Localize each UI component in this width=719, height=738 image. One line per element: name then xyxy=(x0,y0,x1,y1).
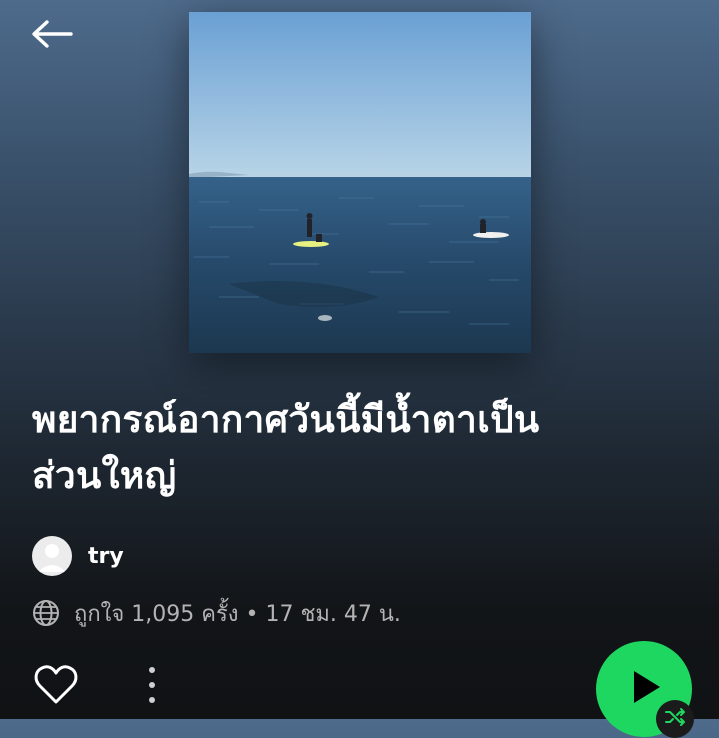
more-options-button[interactable] xyxy=(136,662,168,708)
arrow-left-icon xyxy=(29,19,73,53)
globe-icon xyxy=(32,599,60,627)
shuffle-icon xyxy=(664,706,686,732)
meta-text: ถูกใจ 1,095 ครั้ง • 17 ชม. 47 น. xyxy=(74,601,401,627)
more-vertical-icon xyxy=(136,667,168,712)
playlist-meta: ถูกใจ 1,095 ครั้ง • 17 ชม. 47 น. xyxy=(32,596,401,630)
user-avatar-icon xyxy=(32,536,72,576)
shuffle-button[interactable] xyxy=(656,700,694,738)
heart-outline-icon xyxy=(32,665,80,712)
owner-name: try xyxy=(88,543,124,569)
back-button[interactable] xyxy=(24,14,78,58)
playlist-title: พยากรณ์อากาศวันนี้มีน้ำตาเป็น ส่วนใหญ่ xyxy=(32,398,540,497)
like-button[interactable] xyxy=(32,662,80,708)
playlist-cover-image xyxy=(189,12,531,353)
owner-row[interactable]: try xyxy=(32,536,124,576)
play-icon xyxy=(624,667,664,711)
